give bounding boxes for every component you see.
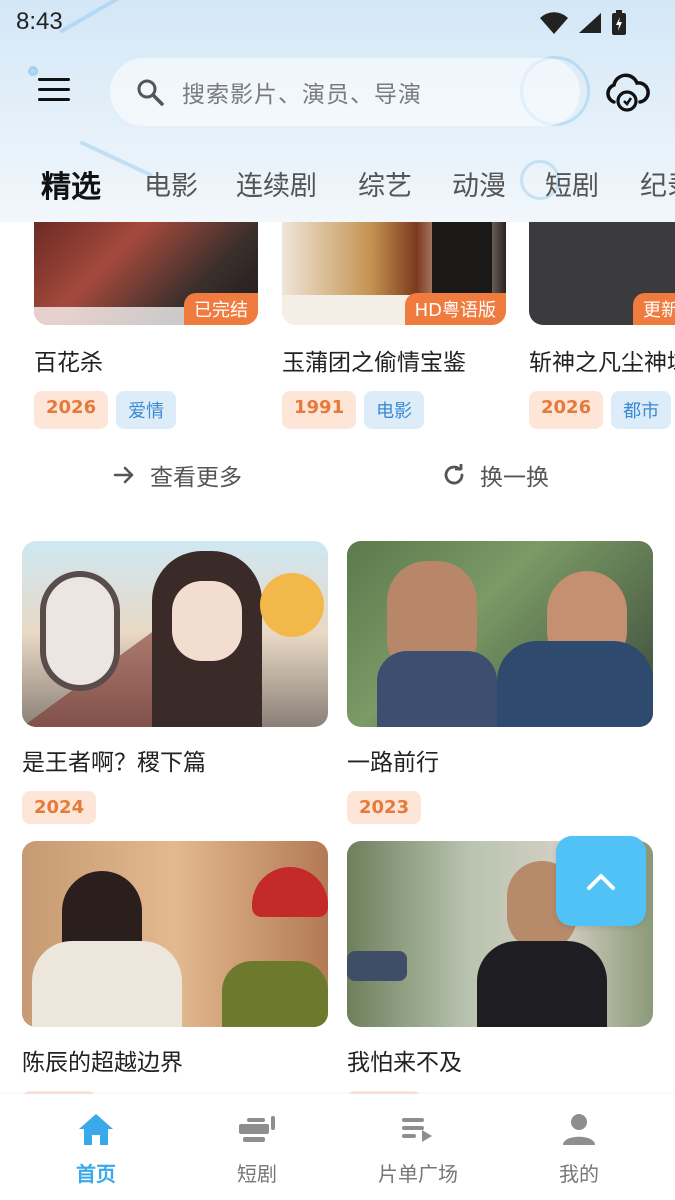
grid-card[interactable]: 是王者啊？稷下篇 2024	[22, 541, 328, 824]
category-tabs: 精选 电影 连续剧 综艺 动漫 短剧 纪录	[0, 158, 675, 208]
search-icon	[137, 79, 164, 106]
wifi-icon	[540, 12, 568, 35]
grid-card[interactable]: 一路前行 2023	[347, 541, 653, 824]
home-icon	[79, 1114, 113, 1145]
refresh-button[interactable]: 换一换	[442, 458, 549, 492]
status-bar: 8:43	[0, 0, 675, 46]
cover-decor	[497, 641, 653, 727]
tab-short-drama[interactable]: 短剧	[545, 164, 599, 203]
status-badge: 更新	[633, 293, 675, 325]
search-input[interactable]: 搜索影片、演员、导演	[110, 58, 580, 126]
decor-dot	[28, 66, 38, 76]
cover-decor	[260, 573, 324, 637]
nav-label: 首页	[76, 1162, 116, 1186]
status-icons	[539, 10, 627, 36]
cover-decor	[222, 961, 328, 1027]
nav-playlist[interactable]: 片单广场	[353, 1112, 483, 1187]
poster-image: HD粤语版	[282, 222, 506, 325]
arrow-right-icon	[113, 466, 134, 484]
cover-decor	[347, 951, 407, 981]
status-badge: 已完结	[184, 293, 258, 325]
tab-featured[interactable]: 精选	[41, 162, 101, 206]
cover-decor	[40, 571, 120, 691]
row-actions: 查看更多 换一换	[0, 458, 675, 498]
short-drama-icon	[239, 1116, 275, 1142]
search-placeholder: 搜索影片、演员、导演	[182, 82, 422, 108]
cover-decor	[377, 651, 497, 727]
tab-movies[interactable]: 电影	[144, 164, 198, 203]
nav-label: 片单广场	[378, 1162, 458, 1186]
card-title: 我怕来不及	[347, 1050, 462, 1076]
cover-image	[347, 541, 653, 727]
tab-series[interactable]: 连续剧	[236, 164, 317, 203]
cloud-sync-icon	[606, 73, 650, 112]
menu-button[interactable]	[38, 78, 74, 106]
featured-card[interactable]: 已完结 百花杀 2026 爱情	[34, 222, 258, 429]
nav-home[interactable]: 首页	[31, 1112, 161, 1187]
battery-icon	[612, 10, 626, 35]
featured-card[interactable]: 更新 斩神之凡尘神域 2026 都市	[529, 222, 675, 429]
status-time: 8:43	[16, 8, 63, 35]
cloud-sync-button[interactable]	[602, 72, 650, 114]
cover-decor	[477, 941, 607, 1027]
genre-tag: 电影	[364, 391, 425, 429]
status-badge: HD粤语版	[404, 293, 506, 325]
poster-image: 更新	[529, 222, 675, 325]
card-title: 百花杀	[34, 350, 103, 376]
scroll-top-button[interactable]	[556, 836, 646, 926]
cover-decor	[252, 867, 328, 917]
card-title: 是王者啊？稷下篇	[22, 750, 206, 776]
nav-label: 我的	[559, 1162, 599, 1186]
year-tag: 2023	[347, 791, 422, 824]
nav-label: 短剧	[237, 1162, 277, 1186]
view-more-label: 查看更多	[150, 465, 242, 491]
year-tag: 2026	[34, 391, 109, 429]
signal-icon	[579, 13, 601, 33]
card-title: 一路前行	[347, 750, 439, 776]
playlist-icon	[402, 1118, 432, 1142]
grid-card[interactable]: 陈辰的超越边界 2024	[22, 841, 328, 1094]
header: 8:43 搜索影片、演员、导演 精选 电影 连续剧 综艺 动漫 短剧 纪	[0, 0, 675, 222]
genre-tag: 都市	[611, 391, 672, 429]
card-title: 陈辰的超越边界	[22, 1050, 183, 1076]
card-title: 玉蒲团之偷情宝鉴	[282, 350, 466, 376]
cover-decor	[32, 941, 182, 1027]
cover-decor	[172, 581, 242, 661]
content-feed: 已完结 百花杀 2026 爱情 HD粤语版 玉蒲团之偷情宝鉴 1991 电影 更…	[0, 222, 675, 1094]
view-more-button[interactable]: 查看更多	[112, 458, 242, 492]
year-tag: 1991	[282, 391, 357, 429]
bottom-nav: 首页 短剧 片单广场 我的	[0, 1094, 675, 1200]
tab-anime[interactable]: 动漫	[452, 164, 506, 203]
profile-icon	[563, 1114, 595, 1145]
tab-documentary[interactable]: 纪录	[640, 164, 675, 203]
tab-variety[interactable]: 综艺	[358, 164, 412, 203]
genre-tag: 爱情	[116, 391, 177, 429]
refresh-icon	[444, 464, 464, 485]
nav-short-drama[interactable]: 短剧	[192, 1112, 322, 1187]
cover-image	[22, 841, 328, 1027]
chevron-up-icon	[587, 874, 615, 890]
nav-profile[interactable]: 我的	[514, 1112, 644, 1187]
poster-image: 已完结	[34, 222, 258, 325]
year-tag: 2024	[22, 791, 97, 824]
cover-image	[22, 541, 328, 727]
card-title: 斩神之凡尘神域	[529, 350, 675, 376]
featured-card[interactable]: HD粤语版 玉蒲团之偷情宝鉴 1991 电影	[282, 222, 506, 429]
poster-decor	[130, 232, 170, 302]
refresh-label: 换一换	[480, 465, 549, 491]
year-tag: 2026	[529, 391, 604, 429]
